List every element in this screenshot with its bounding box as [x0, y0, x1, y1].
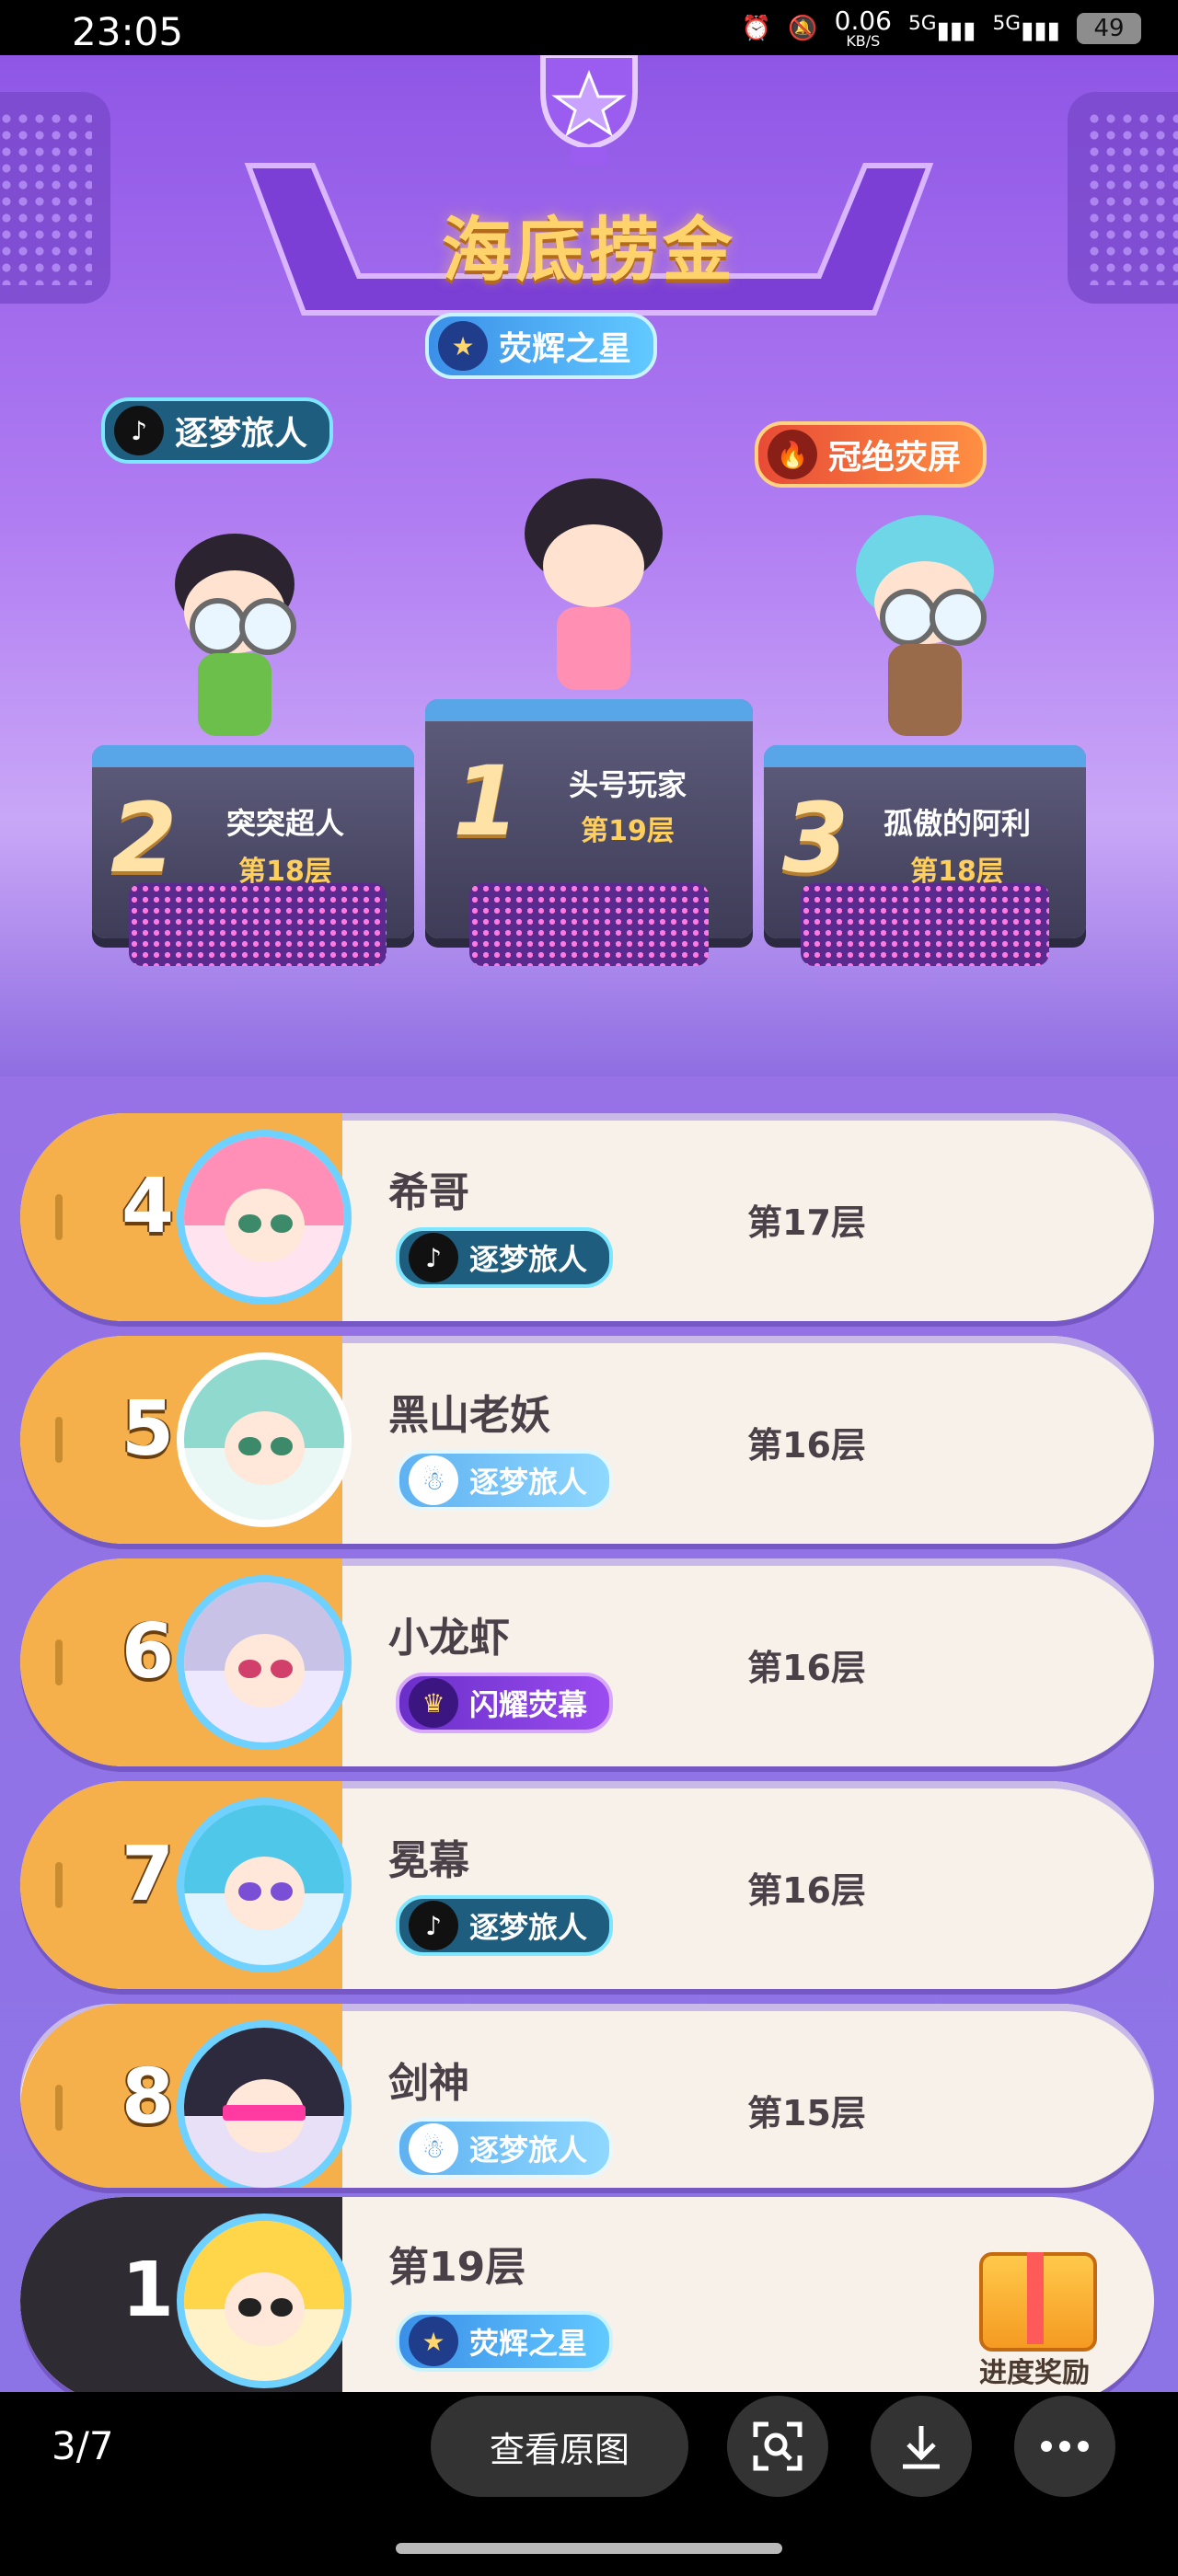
- clock: 23:05: [72, 9, 184, 54]
- network-speed: 0.06 KB/S: [834, 6, 892, 50]
- scan-button[interactable]: [727, 2396, 828, 2497]
- star-emblem-icon: ★: [438, 321, 488, 371]
- character-rank-2: [138, 534, 322, 773]
- view-original-button[interactable]: 查看原图: [431, 2396, 688, 2497]
- title-badge: ♪ 逐梦旅人: [396, 1227, 614, 1288]
- page-indicator: 3/7: [52, 2423, 114, 2468]
- battery-indicator: 49: [1077, 12, 1141, 44]
- signal-5g-icon: 5G▮▮▮: [908, 12, 976, 45]
- rank-row[interactable]: 8 剑神 ☃ 逐梦旅人 第15层: [20, 2004, 1154, 2188]
- status-bar: 23:05 ⏰ 🔕 0.06 KB/S 5G▮▮▮ 5G▮▮▮ 49: [0, 0, 1178, 55]
- title-badge-left: ♪ 逐梦旅人: [101, 397, 334, 464]
- alarm-icon: ⏰: [741, 14, 772, 42]
- more-icon: [1041, 2441, 1089, 2452]
- title-badge: ☃ 逐梦旅人: [396, 1450, 614, 1511]
- my-avatar: [177, 2214, 352, 2388]
- game-title: 海底捞金: [442, 209, 736, 291]
- mute-icon: 🔕: [788, 14, 818, 42]
- trophy-icon: [540, 55, 638, 166]
- progress-reward-button[interactable]: 进度奖励: [961, 2215, 1108, 2390]
- podium-lights: [129, 883, 387, 966]
- my-rank-row[interactable]: 1 第19层 ★ 荧辉之星 进度奖励: [20, 2197, 1154, 2405]
- title-badge: ☃ 逐梦旅人: [396, 2118, 614, 2179]
- avatar: [177, 1130, 352, 1305]
- title-badge-center: ★ 荧辉之星: [425, 313, 658, 379]
- tiktok-icon: ♪: [114, 406, 164, 455]
- avatar: [177, 2020, 352, 2188]
- character-rank-3: [828, 515, 1012, 773]
- download-button[interactable]: [871, 2396, 972, 2497]
- home-indicator[interactable]: [396, 2543, 782, 2554]
- star-emblem-icon: ★: [409, 2317, 458, 2366]
- yeti-icon: ☃: [409, 1455, 458, 1505]
- download-icon: [903, 2426, 940, 2469]
- title-badge: ♪ 逐梦旅人: [396, 1895, 614, 1956]
- crown-emblem-icon: ♛: [409, 1678, 458, 1728]
- character-rank-1: [497, 478, 681, 718]
- podium-lights: [801, 883, 1049, 966]
- yeti-icon: ☃: [409, 2123, 458, 2173]
- avatar: [177, 1575, 352, 1750]
- fire-boar-icon: 🔥: [768, 430, 817, 479]
- avatar: [177, 1352, 352, 1527]
- my-title-badge: ★ 荧辉之星: [396, 2311, 614, 2372]
- tiktok-icon: ♪: [409, 1901, 458, 1950]
- scan-icon: [753, 2421, 803, 2471]
- rank-row[interactable]: 7 冕幕 ♪ 逐梦旅人 第16层: [20, 1781, 1154, 1989]
- game-leaderboard: 海底捞金 ★ 荧辉之星 ♪ 逐梦旅人 🔥 冠绝荧屏 2 突突超人 第18层 1: [0, 55, 1178, 2466]
- rank-row[interactable]: 5 黑山老妖 ☃ 逐梦旅人 第16层: [20, 1336, 1154, 1544]
- title-badge-right: 🔥 冠绝荧屏: [755, 421, 987, 488]
- signal-5g-icon-2: 5G▮▮▮: [992, 12, 1061, 45]
- more-button[interactable]: [1014, 2396, 1115, 2497]
- tiktok-icon: ♪: [409, 1233, 458, 1282]
- title-badge: ♛ 闪耀荧幕: [396, 1673, 614, 1733]
- avatar: [177, 1798, 352, 1972]
- rank-row[interactable]: 4 希哥 ♪ 逐梦旅人 第17层: [20, 1113, 1154, 1321]
- status-icons: ⏰ 🔕 0.06 KB/S 5G▮▮▮ 5G▮▮▮ 49: [741, 6, 1141, 50]
- rank-row[interactable]: 6 小龙虾 ♛ 闪耀荧幕 第16层: [20, 1558, 1154, 1766]
- podium-lights: [469, 883, 709, 966]
